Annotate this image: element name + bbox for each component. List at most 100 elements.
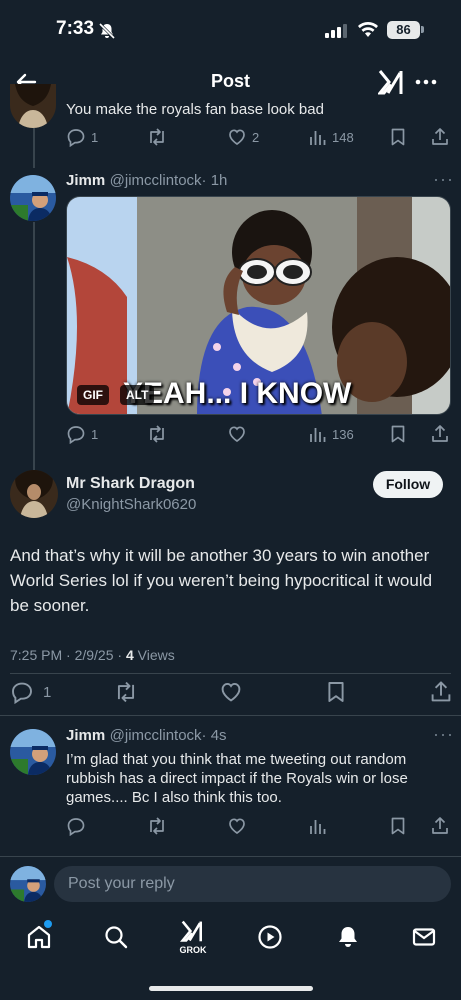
gif-badge: GIF — [77, 385, 109, 405]
play-icon — [258, 925, 282, 949]
tab-grok[interactable]: GROK — [176, 919, 210, 955]
share-button[interactable] — [430, 816, 450, 836]
more-options-icon[interactable] — [414, 70, 438, 94]
views-button[interactable]: 148 — [309, 127, 354, 147]
like-button[interactable] — [227, 816, 247, 836]
post-text: And that’s why it will be another 30 yea… — [10, 546, 433, 615]
repost-button[interactable] — [146, 127, 168, 147]
repost-icon — [150, 128, 164, 146]
view-count: 148 — [332, 129, 354, 145]
repost-button[interactable] — [146, 816, 168, 836]
tweet-text: I’m glad that you think that me tweeting… — [66, 751, 408, 806]
follow-button[interactable]: Follow — [373, 471, 443, 498]
post-meta: 7:25 PM · 2/9/25 · 4 Views — [10, 647, 175, 663]
views-button[interactable]: 136 — [309, 424, 354, 444]
grok-label: GROK — [179, 945, 207, 955]
display-name[interactable]: Jimm — [66, 727, 105, 744]
bookmark-button[interactable] — [389, 424, 407, 444]
tab-notifications[interactable] — [335, 924, 361, 950]
tweet-more-icon[interactable]: ··· — [433, 724, 454, 745]
bookmark-icon — [391, 425, 405, 443]
tweet-more-icon[interactable]: ··· — [433, 169, 454, 190]
repost-icon — [150, 817, 164, 835]
reply-button[interactable] — [66, 816, 86, 836]
display-name[interactable]: Mr Shark Dragon — [66, 475, 195, 493]
reply-icon — [67, 129, 85, 147]
views-icon — [310, 131, 326, 145]
view-count: 136 — [332, 426, 354, 442]
share-icon — [432, 817, 448, 834]
views-icon — [310, 820, 326, 834]
like-count: 2 — [252, 129, 260, 145]
reply-button[interactable]: 1 — [66, 424, 98, 444]
heart-icon — [229, 129, 245, 146]
heart-icon — [229, 818, 245, 835]
gif-media[interactable]: YEAH... I KNOW GIF ALT — [66, 196, 451, 415]
tweet-text: You make the royals fan base look bad — [66, 101, 324, 118]
like-button[interactable]: 2 — [227, 127, 259, 147]
tweet-header: Jimm @jimcclintock· 4s — [66, 727, 227, 745]
tweet-header: Jimm @jimcclintock· 1h — [66, 172, 227, 190]
avatar[interactable] — [10, 175, 56, 221]
bell-icon — [339, 927, 357, 947]
reply-button[interactable]: 1 — [66, 127, 98, 147]
bookmark-button[interactable] — [325, 680, 347, 704]
post-views-label: Views — [133, 647, 175, 663]
share-button[interactable] — [430, 127, 450, 147]
avatar[interactable] — [10, 470, 58, 518]
repost-button[interactable] — [113, 680, 139, 704]
search-icon — [105, 926, 128, 949]
cellular-signal-icon — [325, 24, 349, 38]
reply-button[interactable]: 1 — [10, 680, 51, 704]
tab-messages[interactable] — [411, 924, 437, 950]
avatar[interactable] — [10, 84, 56, 128]
username[interactable]: @jimcclintock — [110, 727, 202, 744]
like-button[interactable] — [227, 424, 247, 444]
gif-caption: YEAH... I KNOW — [123, 377, 352, 410]
reply-input[interactable]: Post your reply — [54, 866, 451, 902]
grok-logo-icon[interactable] — [378, 68, 406, 96]
username[interactable]: @jimcclintock — [110, 172, 202, 189]
views-icon — [310, 428, 326, 442]
reply-count: 1 — [91, 426, 99, 442]
thread-line — [33, 222, 35, 470]
tab-video[interactable] — [257, 924, 283, 950]
mail-icon — [412, 928, 436, 946]
bookmark-button[interactable] — [389, 816, 407, 836]
reply-count: 1 — [91, 129, 99, 145]
avatar — [10, 866, 46, 902]
home-indicator — [149, 986, 313, 991]
thread-line — [33, 128, 35, 168]
display-name[interactable]: Jimm — [66, 172, 105, 189]
heart-icon — [221, 682, 241, 702]
alt-text-badge[interactable]: ALT — [120, 385, 155, 405]
tweet-time: · 1h — [201, 172, 228, 189]
repost-icon — [150, 425, 164, 443]
post-view-count: 4 — [125, 647, 134, 663]
grok-icon — [180, 920, 202, 942]
tweet-time: · 4s — [201, 727, 227, 744]
reply-icon — [67, 818, 85, 836]
share-icon — [432, 425, 448, 442]
tab-home[interactable] — [26, 920, 52, 950]
share-icon — [431, 681, 451, 702]
bookmark-icon — [328, 682, 344, 702]
post-timestamp: 7:25 PM · 2/9/25 · — [10, 647, 126, 663]
share-button[interactable] — [429, 680, 453, 704]
repost-icon — [117, 681, 135, 703]
wifi-icon — [357, 22, 379, 38]
like-button[interactable] — [219, 680, 243, 704]
status-time: 7:33 — [56, 18, 95, 39]
username[interactable]: @KnightShark0620 — [66, 496, 196, 513]
avatar[interactable] — [10, 729, 56, 775]
battery-level: 86 — [387, 21, 420, 39]
notification-dot — [44, 920, 52, 928]
share-button[interactable] — [430, 424, 450, 444]
views-button[interactable] — [309, 816, 327, 836]
repost-button[interactable] — [146, 424, 168, 444]
divider — [10, 673, 451, 674]
divider — [0, 856, 461, 857]
reply-icon — [67, 426, 85, 444]
tab-search[interactable] — [103, 924, 129, 950]
bookmark-button[interactable] — [389, 127, 407, 147]
